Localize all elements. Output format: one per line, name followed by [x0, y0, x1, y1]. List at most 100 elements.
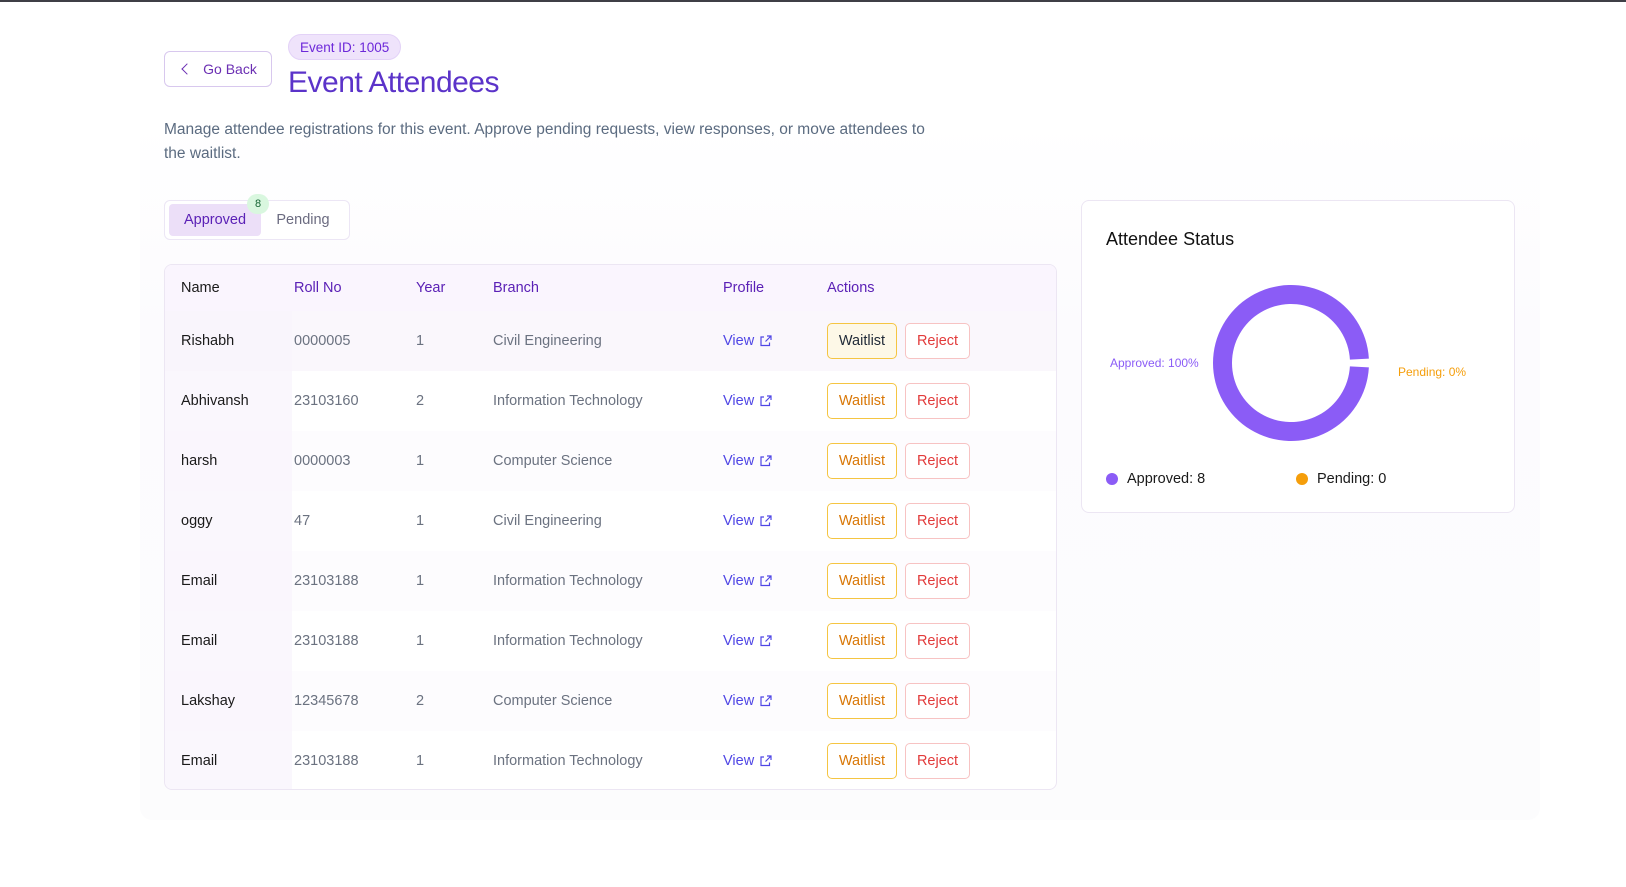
view-profile-link[interactable]: View — [723, 513, 772, 529]
cell-branch: Computer Science — [493, 453, 613, 469]
table-row: oggy 47 1 Civil Engineering View Waitlist Reje… — [165, 491, 1056, 551]
external-link-icon — [760, 575, 772, 587]
reject-button[interactable]: Reject — [905, 443, 970, 479]
reject-button[interactable]: Reject — [905, 683, 970, 719]
view-label: View — [723, 693, 755, 709]
cell-roll-no: 23103188 — [294, 753, 359, 769]
view-label: View — [723, 513, 755, 529]
tab-pending[interactable]: Pending — [261, 204, 345, 236]
reject-button[interactable]: Reject — [905, 383, 970, 419]
waitlist-button[interactable]: Waitlist — [827, 683, 897, 719]
reject-button[interactable]: Reject — [905, 563, 970, 599]
cell-profile: View — [723, 693, 827, 709]
attendees-table: Name Roll No Year Branch Profile Actions… — [164, 264, 1057, 790]
cell-name: harsh — [165, 431, 292, 491]
cell-actions: Waitlist Reject — [827, 503, 1056, 539]
cell-profile: View — [723, 633, 827, 649]
approved-count-badge: 8 — [247, 194, 269, 214]
cell-actions: Waitlist Reject — [827, 683, 1056, 719]
header-name: Name — [181, 280, 220, 296]
view-label: View — [723, 753, 755, 769]
top-border — [0, 0, 1626, 2]
view-profile-link[interactable]: View — [723, 753, 772, 769]
cell-year: 1 — [416, 513, 425, 529]
cell-branch: Information Technology — [493, 753, 643, 769]
cell-actions: Waitlist Reject — [827, 323, 1056, 359]
view-profile-link[interactable]: View — [723, 393, 772, 409]
legend-approved: Approved: 8 — [1106, 471, 1205, 487]
table-row: Rishabh 0000005 1 Civil Engineering View Wait… — [165, 311, 1056, 371]
cell-branch: Information Technology — [493, 633, 643, 649]
cell-year: 1 — [416, 453, 425, 469]
go-back-button[interactable]: Go Back — [164, 51, 272, 87]
reject-button[interactable]: Reject — [905, 623, 970, 659]
view-label: View — [723, 573, 755, 589]
table-header: Name Roll No Year Branch Profile Actions — [165, 265, 1056, 311]
waitlist-button[interactable]: Waitlist — [827, 743, 897, 779]
reject-button[interactable]: Reject — [905, 323, 970, 359]
cell-profile: View — [723, 453, 827, 469]
attendee-status-card: Attendee Status Approved: 100% Pending: … — [1081, 200, 1515, 513]
view-profile-link[interactable]: View — [723, 453, 772, 469]
cell-name: Email — [165, 731, 292, 789]
external-link-icon — [760, 755, 772, 767]
table-row: Email 23103188 1 Information Technology View… — [165, 731, 1056, 789]
pending-dot-icon — [1296, 473, 1308, 485]
cell-roll-no: 12345678 — [294, 693, 359, 709]
external-link-icon — [760, 395, 772, 407]
waitlist-button[interactable]: Waitlist — [827, 563, 897, 599]
tab-approved[interactable]: Approved 8 — [169, 194, 269, 236]
waitlist-button[interactable]: Waitlist — [827, 503, 897, 539]
cell-roll-no: 0000003 — [294, 453, 351, 469]
cell-name: Abhivansh — [165, 371, 292, 431]
cell-name: Email — [165, 611, 292, 671]
cell-profile: View — [723, 573, 827, 589]
table-row: Email 23103188 1 Information Technology View… — [165, 551, 1056, 611]
table-row: harsh 0000003 1 Computer Science View Waitlis… — [165, 431, 1056, 491]
cell-actions: Waitlist Reject — [827, 383, 1056, 419]
cell-year: 2 — [416, 393, 425, 409]
cell-profile: View — [723, 753, 827, 769]
view-profile-link[interactable]: View — [723, 693, 772, 709]
legend-pending: Pending: 0 — [1296, 471, 1386, 487]
event-id-badge: Event ID: 1005 — [288, 34, 402, 60]
external-link-icon — [760, 695, 772, 707]
cell-year: 1 — [416, 573, 425, 589]
cell-year: 1 — [416, 333, 425, 349]
cell-year: 2 — [416, 693, 425, 709]
view-profile-link[interactable]: View — [723, 573, 772, 589]
cell-name: Rishabh — [165, 311, 292, 371]
cell-branch: Information Technology — [493, 393, 643, 409]
view-label: View — [723, 633, 755, 649]
go-back-label: Go Back — [203, 61, 257, 77]
cell-actions: Waitlist Reject — [827, 743, 1056, 779]
header-actions: Actions — [827, 280, 875, 296]
waitlist-button[interactable]: Waitlist — [827, 623, 897, 659]
table-row: Lakshay 12345678 2 Computer Science View Wait… — [165, 671, 1056, 731]
header-roll-no: Roll No — [294, 280, 342, 296]
cell-name: Email — [165, 551, 292, 611]
status-tabs: Approved 8 Pending — [164, 194, 350, 240]
waitlist-button[interactable]: Waitlist — [827, 323, 897, 359]
cell-profile: View — [723, 393, 827, 409]
reject-button[interactable]: Reject — [905, 743, 970, 779]
cell-roll-no: 23103160 — [294, 393, 359, 409]
cell-name: oggy — [165, 491, 292, 551]
page-title: Event Attendees — [288, 66, 500, 99]
waitlist-button[interactable]: Waitlist — [827, 383, 897, 419]
external-link-icon — [760, 635, 772, 647]
header-profile: Profile — [723, 280, 765, 296]
approved-percent-label: Approved: 100% — [1110, 356, 1199, 370]
legend-pending-label: Pending: 0 — [1317, 471, 1387, 487]
header-branch: Branch — [493, 280, 539, 296]
cell-profile: View — [723, 333, 827, 349]
view-profile-link[interactable]: View — [723, 633, 772, 649]
pending-percent-label: Pending: 0% — [1398, 365, 1467, 379]
cell-actions: Waitlist Reject — [827, 563, 1056, 599]
waitlist-button[interactable]: Waitlist — [827, 443, 897, 479]
cell-branch: Civil Engineering — [493, 333, 602, 349]
reject-button[interactable]: Reject — [905, 503, 970, 539]
view-profile-link[interactable]: View — [723, 333, 772, 349]
cell-roll-no: 23103188 — [294, 573, 359, 589]
cell-actions: Waitlist Reject — [827, 623, 1056, 659]
